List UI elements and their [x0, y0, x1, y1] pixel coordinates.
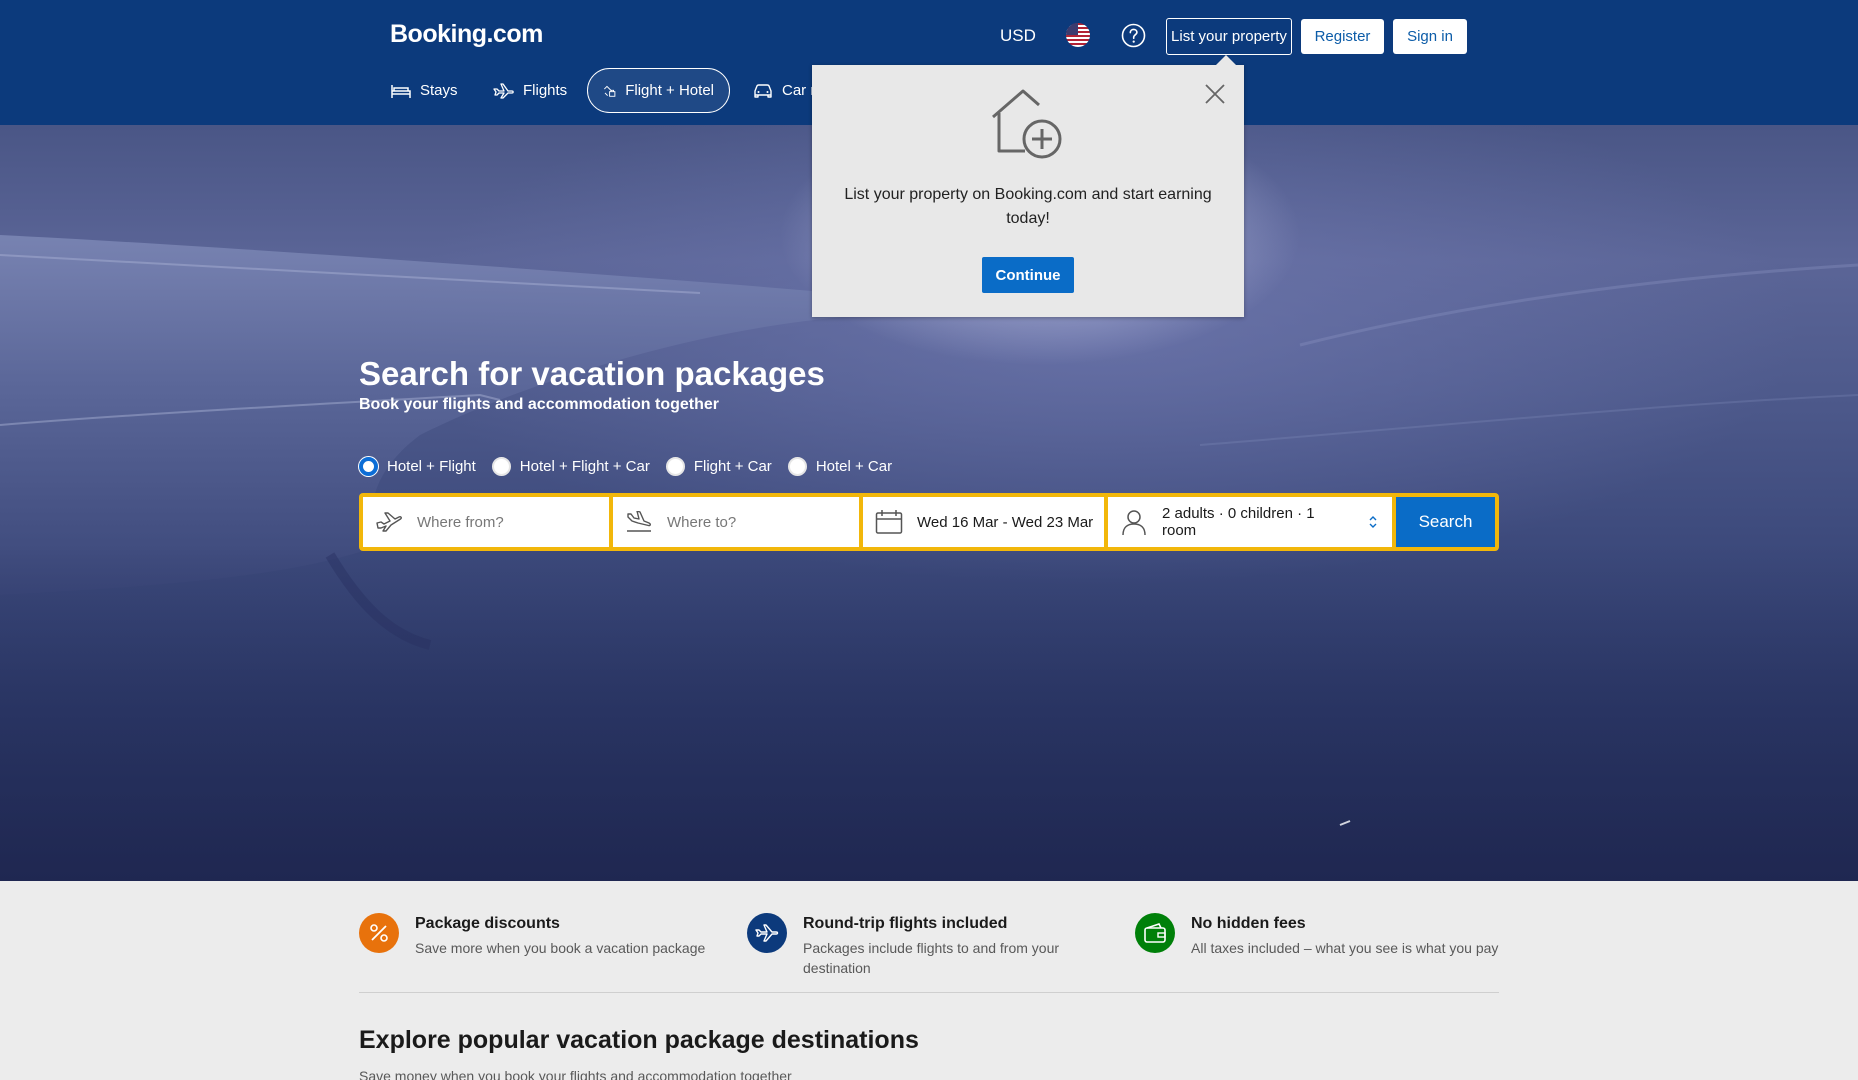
tab-stays[interactable]: Stays	[376, 68, 473, 113]
search-form: Where from? Where to? Wed 16 Mar - Wed 2…	[359, 493, 1499, 551]
wallet-icon	[1135, 913, 1175, 953]
option-flight-car[interactable]: Flight + Car	[665, 457, 772, 476]
takeoff-icon	[376, 512, 402, 532]
feature-description: Packages include flights to and from you…	[803, 940, 1060, 976]
list-property-button[interactable]: List your property	[1166, 18, 1292, 55]
destination-placeholder: Where to?	[667, 513, 737, 531]
radio-unselected[interactable]	[665, 457, 685, 476]
house-add-icon	[992, 89, 1062, 159]
calendar-icon	[875, 510, 903, 534]
percent-icon	[359, 913, 399, 953]
origin-placeholder: Where from?	[417, 513, 504, 531]
date-field[interactable]: Wed 16 Mar - Wed 23 Mar	[863, 497, 1104, 547]
close-icon[interactable]	[1204, 83, 1226, 105]
features-row: Package discounts Save more when you boo…	[359, 912, 1499, 992]
booking-logo[interactable]: Booking.com	[390, 20, 543, 49]
tab-flight-hotel[interactable]: Flight + Hotel	[587, 68, 730, 113]
origin-field[interactable]: Where from?	[363, 497, 609, 547]
tab-label: Stays	[420, 82, 458, 99]
tab-label: Flights	[523, 82, 568, 99]
sort-arrows-icon	[1369, 516, 1377, 528]
tab-label: Flight + Hotel	[625, 82, 714, 99]
option-hotel-flight-car[interactable]: Hotel + Flight + Car	[491, 457, 650, 476]
feature-description: Save more when you book a vacation packa…	[415, 940, 706, 956]
destination-field[interactable]: Where to?	[613, 497, 859, 547]
register-button[interactable]: Register	[1301, 19, 1384, 54]
option-hotel-flight[interactable]: Hotel + Flight	[359, 457, 476, 476]
us-flag-icon[interactable]	[1066, 23, 1090, 47]
option-label: Hotel + Car	[815, 458, 893, 475]
feature-description: All taxes included – what you see is wha…	[1191, 940, 1499, 956]
explore-subtitle: Save money when you book your flights an…	[359, 1068, 792, 1080]
guests-value: 2 adults · 0 children · 1 room	[1162, 505, 1315, 539]
tab-label: Car r	[782, 82, 816, 99]
radio-unselected[interactable]	[787, 457, 807, 476]
landing-icon	[627, 511, 651, 532]
guests-field[interactable]: 2 adults · 0 children · 1 room	[1108, 497, 1392, 547]
date-value: Wed 16 Mar - Wed 23 Mar	[917, 513, 1094, 531]
popup-message: List your property on Booking.com and st…	[844, 186, 1212, 227]
option-label: Hotel + Flight	[387, 458, 476, 475]
flight-hotel-icon	[603, 85, 616, 97]
radio-selected[interactable]	[359, 457, 378, 476]
tab-flights[interactable]: Flights	[478, 68, 582, 113]
hero-subtitle: Book your flights and accommodation toge…	[359, 396, 720, 413]
signin-button[interactable]: Sign in	[1393, 19, 1467, 54]
car-icon	[754, 84, 772, 98]
person-icon	[1122, 510, 1146, 536]
hero-title: Search for vacation packages	[359, 355, 825, 392]
bed-icon	[391, 84, 411, 98]
option-label: Flight + Car	[693, 458, 772, 475]
option-hotel-car[interactable]: Hotel + Car	[787, 457, 893, 476]
continue-button[interactable]: Continue	[982, 257, 1074, 293]
plane-icon	[493, 82, 514, 99]
package-type-options: Hotel + Flight Hotel + Flight + Car Flig…	[359, 457, 908, 476]
section-divider	[359, 992, 1499, 993]
feature-title: No hidden fees	[1191, 915, 1306, 932]
radio-unselected[interactable]	[491, 457, 511, 476]
currency-selector[interactable]: USD	[1000, 26, 1036, 46]
option-label: Hotel + Flight + Car	[519, 458, 650, 475]
feature-title: Round-trip flights included	[803, 915, 1008, 932]
feature-title: Package discounts	[415, 915, 560, 932]
plane-icon	[747, 913, 787, 953]
list-property-popup: List your property on Booking.com and st…	[812, 55, 1244, 317]
search-button[interactable]: Search	[1396, 497, 1495, 547]
help-icon[interactable]	[1121, 23, 1146, 48]
explore-title: Explore popular vacation package destina…	[359, 1026, 919, 1054]
